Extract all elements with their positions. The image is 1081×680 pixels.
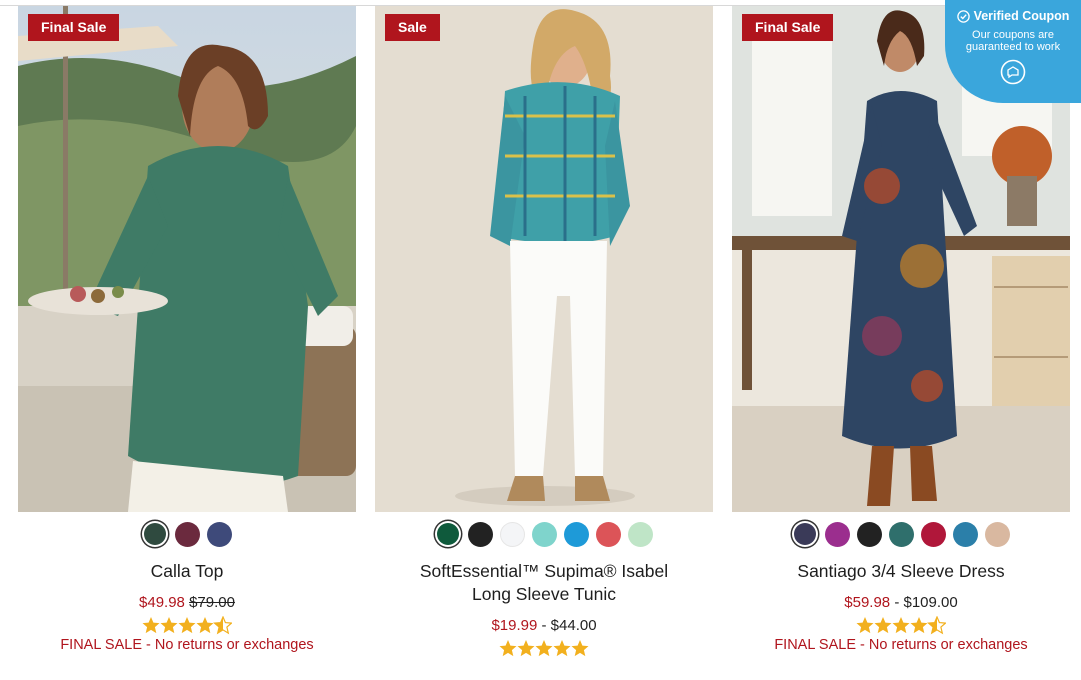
color-swatch[interactable]	[794, 523, 816, 545]
color-swatch[interactable]	[985, 521, 1010, 547]
coupon-title-row: Verified Coupon	[945, 9, 1081, 23]
color-swatch[interactable]	[144, 523, 166, 545]
color-swatch[interactable]	[889, 521, 914, 547]
color-swatch[interactable]	[175, 521, 200, 547]
color-swatches	[375, 520, 713, 548]
coupon-title: Verified Coupon	[973, 9, 1070, 23]
chat-bubble-icon	[1000, 59, 1026, 85]
coupon-subtitle: Our coupons are guaranteed to work	[945, 29, 1081, 53]
product-card[interactable]: Final Sale Santiago 3/4 Sleeve Dress $59…	[732, 6, 1070, 653]
price-separator: -	[541, 617, 547, 634]
coupon-subtitle-line: guaranteed to work	[965, 41, 1061, 53]
regular-price: $109.00	[903, 594, 958, 611]
color-swatch[interactable]	[825, 521, 850, 547]
price-row: $49.98 $79.00	[18, 594, 356, 612]
coupon-open-button[interactable]	[1000, 59, 1026, 90]
final-sale-note: FINAL SALE - No returns or exchanges	[60, 637, 314, 653]
stars-icon	[142, 616, 232, 635]
price-row: $19.99 - $44.00	[375, 617, 713, 635]
product-name[interactable]: Santiago 3/4 Sleeve Dress	[732, 560, 1070, 583]
verified-coupon-widget[interactable]: Verified Coupon Our coupons are guarante…	[945, 0, 1081, 103]
final-sale-note: FINAL SALE - No returns or exchanges	[774, 637, 1028, 653]
stars-icon	[499, 640, 589, 657]
star-rating[interactable]	[732, 616, 1070, 636]
product-card[interactable]: Sale SoftEssential™ Supima® Isabel Long …	[375, 6, 713, 659]
color-swatch[interactable]	[500, 521, 525, 547]
product-name[interactable]: Calla Top	[18, 560, 356, 583]
color-swatch[interactable]	[857, 521, 882, 547]
price-separator: -	[894, 594, 900, 611]
color-swatch[interactable]	[921, 521, 946, 547]
star-rating[interactable]	[375, 639, 713, 659]
coupon-subtitle-line: Our coupons are	[972, 29, 1054, 41]
sale-price: $49.98	[139, 594, 185, 611]
regular-price: $44.00	[550, 617, 597, 634]
product-image[interactable]: Final Sale	[18, 6, 356, 512]
color-swatches	[18, 520, 356, 548]
color-swatch[interactable]	[468, 521, 493, 547]
color-swatch[interactable]	[437, 523, 459, 545]
final-sale-badge: Final Sale	[28, 14, 120, 41]
product-card[interactable]: Final Sale Calla Top $49.98 $79.00 FINAL…	[18, 6, 356, 653]
sale-price: $19.99	[491, 617, 538, 634]
color-swatch[interactable]	[532, 521, 557, 547]
original-price: $79.00	[189, 594, 235, 611]
color-swatch[interactable]	[207, 521, 232, 547]
check-circle-icon	[956, 9, 970, 23]
sale-price: $59.98	[844, 594, 891, 611]
product-image[interactable]: Sale	[375, 6, 713, 512]
color-swatch[interactable]	[953, 521, 978, 547]
color-swatch[interactable]	[628, 521, 653, 547]
product-name[interactable]: SoftEssential™ Supima® Isabel Long Sleev…	[375, 560, 713, 606]
final-sale-badge: Final Sale	[742, 14, 834, 41]
color-swatch[interactable]	[596, 521, 621, 547]
price-row: $59.98 - $109.00	[732, 594, 1070, 612]
color-swatches	[732, 520, 1070, 548]
color-swatch[interactable]	[564, 521, 589, 547]
star-rating[interactable]	[18, 616, 356, 636]
sale-badge: Sale	[385, 14, 440, 41]
stars-icon	[856, 616, 946, 635]
